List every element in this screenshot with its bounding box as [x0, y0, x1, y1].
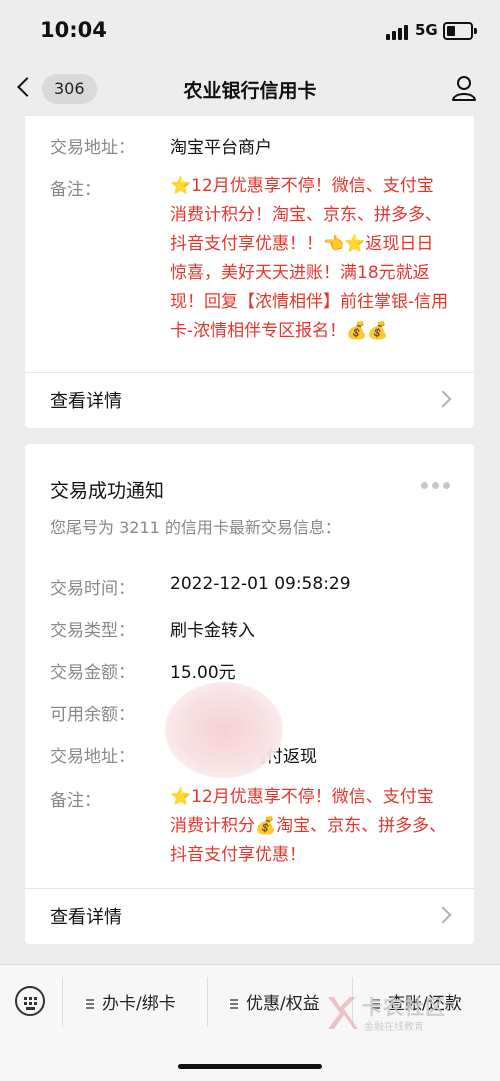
battery-icon	[443, 22, 477, 40]
transaction-success-card: 交易成功通知 您尾号为 3211 的信用卡最新交易信息： 交易时间： 2022-…	[25, 444, 474, 944]
watermark-logo: 卡农社区 金融在线教育	[322, 991, 472, 1039]
note-label: 备注：	[50, 180, 101, 200]
view-details-label: 查看详情	[50, 391, 122, 412]
view-details-button[interactable]: 查看详情	[25, 373, 474, 427]
note-text: ⭐12月优惠享不停！微信、支付宝消费计积分！淘宝、京东、拼多多、抖音支付享优惠！…	[170, 176, 449, 341]
menu-item-apply-card[interactable]: 办卡/绑卡	[86, 989, 176, 1014]
note-label: 备注：	[50, 791, 101, 811]
menu-lines-icon	[230, 997, 238, 1011]
watermark-subtitle: 金融在线教育	[364, 1022, 424, 1033]
row-value-time: 2022-12-01 09:58:29	[170, 574, 351, 594]
row-label-type: 交易类型：	[50, 621, 135, 641]
menu-separator	[207, 977, 208, 1027]
row-label-amount: 交易金额：	[50, 663, 135, 683]
status-time: 10:04	[40, 18, 107, 42]
message-card-previous: 交易地址： 淘宝平台商户 备注： ⭐12月优惠享不停！微信、支付宝消费计积分！淘…	[25, 116, 474, 428]
signal-icon	[386, 24, 410, 40]
menu-separator	[62, 977, 63, 1027]
network-type: 5G	[415, 21, 438, 39]
nav-bar: 306 农业银行信用卡	[0, 62, 500, 116]
menu-item-offers[interactable]: 优惠/权益	[230, 989, 320, 1014]
address-label: 交易地址：	[50, 138, 135, 158]
more-options-icon[interactable]	[421, 482, 451, 490]
page-title: 农业银行信用卡	[183, 80, 317, 102]
profile-icon[interactable]	[450, 74, 478, 102]
status-bar: 10:04 5G	[0, 0, 500, 62]
card-title: 交易成功通知	[50, 480, 165, 502]
chevron-right-icon	[434, 906, 452, 924]
view-details-button[interactable]: 查看详情	[25, 889, 474, 943]
menu-lines-icon	[86, 997, 94, 1011]
row-label-time: 交易时间：	[50, 579, 135, 599]
address-value: 淘宝平台商户	[170, 138, 272, 158]
note-text: ⭐12月优惠享不停！微信、支付宝消费计积分💰淘宝、京东、拼多多、抖音支付享优惠！	[170, 787, 447, 865]
row-value-type: 刷卡金转入	[170, 621, 255, 641]
keyboard-icon[interactable]	[15, 986, 45, 1016]
home-indicator	[178, 1064, 322, 1069]
watermark-title: 卡农社区	[362, 995, 446, 1019]
view-details-label: 查看详情	[50, 907, 122, 928]
row-label-balance: 可用余额：	[50, 705, 135, 725]
row-label-address: 交易地址：	[50, 747, 135, 767]
row-value-amount: 15.00元	[170, 663, 236, 683]
chevron-right-icon	[434, 390, 452, 408]
watermark-icon	[328, 997, 358, 1029]
privacy-blur	[165, 682, 283, 778]
card-subtitle: 您尾号为 3211 的信用卡最新交易信息：	[50, 518, 341, 537]
